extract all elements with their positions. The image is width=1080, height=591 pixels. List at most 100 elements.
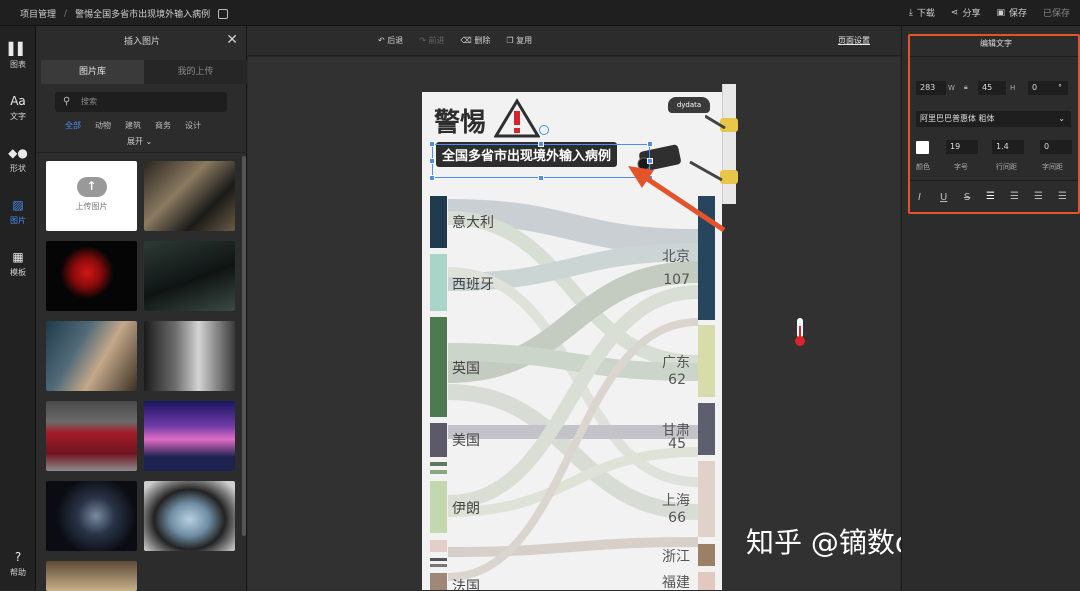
tab-image-library[interactable]: 图片库 <box>41 60 144 84</box>
save-icon: ▣ <box>996 7 1005 18</box>
resize-handle[interactable] <box>647 141 653 147</box>
height-field[interactable]: 45 <box>978 81 1006 95</box>
resize-handle[interactable] <box>429 175 435 181</box>
sankey-node-shanghai <box>698 461 715 537</box>
destination-value: 62 <box>668 372 686 388</box>
nav-text[interactable]: Aa 文字 <box>0 94 36 122</box>
nav-help[interactable]: ? 帮助 <box>0 550 36 578</box>
rotate-handle-icon[interactable] <box>539 125 549 135</box>
warning-icon[interactable] <box>494 98 540 138</box>
sankey-node-italy <box>430 196 447 248</box>
italic-icon[interactable]: I <box>918 192 921 203</box>
align-left-icon[interactable]: ☰ <box>986 191 995 202</box>
document-title: 警惕全国多省市出现境外输入病例 <box>75 10 211 20</box>
source-label: 美国 <box>452 433 480 449</box>
lock-icon[interactable]: 🔒︎ <box>964 83 968 92</box>
page-setup-link[interactable]: 页面设置 <box>838 35 870 46</box>
image-thumbnail[interactable] <box>144 161 235 231</box>
align-right-icon[interactable]: ☰ <box>1034 191 1043 202</box>
canvas-toolbar: ↶ 后退 ↷ 前进 ⌫ 删除 ❐ 复用 页面设置 <box>248 26 900 56</box>
category-filters: 全部 动物 建筑 商务 设计 <box>65 120 201 131</box>
image-thumbnail[interactable] <box>46 241 137 311</box>
category-business[interactable]: 商务 <box>155 120 171 131</box>
destination-label: 上海 <box>662 493 690 509</box>
copy-icon: ❐ <box>506 36 514 45</box>
source-label: 意大利 <box>452 215 494 231</box>
top-bar: 项目管理 / 警惕全国多省市出现境外输入病例 ⤓ 下载 ⋖ 分享 ▣ 保存 已保存 <box>0 0 1080 26</box>
download-button[interactable]: ⤓ 下载 <box>909 6 935 20</box>
edit-text-panel: 编辑文字 283 W 🔒︎ 45 H 0 ° 阿里巴巴普惠体 粗体 ⌄ 19 1.4… <box>908 34 1080 214</box>
category-animals[interactable]: 动物 <box>95 120 111 131</box>
strikethrough-icon[interactable]: S <box>964 192 970 203</box>
width-field[interactable]: 283 <box>916 81 946 95</box>
font-family-select[interactable]: 阿里巴巴普惠体 粗体 ⌄ <box>916 111 1071 127</box>
expand-categories[interactable]: 展开 ⌄ <box>127 136 152 147</box>
resize-handle[interactable] <box>538 175 544 181</box>
category-all[interactable]: 全部 <box>65 120 81 131</box>
source-label: 法国 <box>452 579 480 590</box>
destination-label: 广东 <box>662 355 690 371</box>
category-design[interactable]: 设计 <box>185 120 201 131</box>
chevron-down-icon: ⌄ <box>1058 114 1065 123</box>
duplicate-button[interactable]: ❐ 复用 <box>506 35 532 46</box>
breadcrumb-root[interactable]: 项目管理 <box>20 7 56 20</box>
font-size-field[interactable]: 19 <box>946 140 978 154</box>
annotation-arrow-icon <box>628 166 726 233</box>
source-label: 英国 <box>452 361 480 377</box>
shape-icon: ◆● <box>8 146 28 160</box>
save-button[interactable]: ▣ 保存 <box>996 6 1027 20</box>
camera-icon[interactable]: dydata <box>668 97 710 113</box>
image-thumbnail[interactable] <box>46 561 137 591</box>
sankey-node-iran <box>430 481 447 533</box>
help-icon: ? <box>14 550 22 564</box>
line-height-label: 行间距 <box>996 163 1017 171</box>
align-justify-icon[interactable]: ☰ <box>1058 191 1067 202</box>
image-thumbnail[interactable] <box>144 241 235 311</box>
image-thumbnail[interactable] <box>46 401 137 471</box>
nav-shape[interactable]: ◆● 形状 <box>0 146 36 174</box>
destination-value: 66 <box>668 510 686 526</box>
sankey-node-fujian <box>698 572 715 590</box>
nav-image[interactable]: ▨ 图片 <box>0 198 36 226</box>
search-input[interactable]: ⚲ 搜索 <box>55 92 227 112</box>
edit-title-icon[interactable] <box>218 8 229 19</box>
category-architecture[interactable]: 建筑 <box>125 120 141 131</box>
image-thumbnail[interactable] <box>46 321 137 391</box>
align-center-icon[interactable]: ☰ <box>1010 191 1019 202</box>
panel-scrollbar[interactable] <box>242 156 246 536</box>
thermometer-icon[interactable] <box>792 316 808 348</box>
width-label: W <box>948 84 955 92</box>
sankey-node-spain <box>430 254 447 311</box>
resize-handle[interactable] <box>429 158 435 164</box>
letter-spacing-field[interactable]: 0 <box>1040 140 1072 154</box>
sankey-node-zhejiang <box>698 544 715 566</box>
underline-icon[interactable]: U <box>940 192 947 203</box>
image-thumbnail[interactable] <box>46 481 137 551</box>
nav-chart[interactable]: ▌▌ 图表 <box>0 42 36 70</box>
close-icon[interactable]: ✕ <box>226 32 238 48</box>
chart-icon: ▌▌ <box>8 42 28 56</box>
selection-box[interactable] <box>429 141 653 181</box>
redo-icon: ↷ <box>419 36 426 45</box>
line-height-field[interactable]: 1.4 <box>992 140 1024 154</box>
resize-handle[interactable] <box>429 141 435 147</box>
size-label: 字号 <box>954 163 968 171</box>
poster-title[interactable]: 警惕 <box>434 102 486 139</box>
nav-template[interactable]: ▦ 模板 <box>0 250 36 278</box>
image-thumbnail[interactable] <box>144 401 235 471</box>
upload-image-button[interactable]: 上传图片 <box>46 161 137 231</box>
destination-label: 北京 <box>662 249 690 265</box>
image-panel: 插入图片 ✕ 图片库 我的上传 ⚲ 搜索 全部 动物 建筑 商务 设计 展开 ⌄… <box>37 26 247 591</box>
image-thumbnail[interactable] <box>144 321 235 391</box>
image-thumbnail[interactable] <box>144 481 235 551</box>
share-button[interactable]: ⋖ 分享 <box>951 6 981 20</box>
undo-button[interactable]: ↶ 后退 <box>378 35 403 46</box>
sankey-node-guangdong <box>698 325 715 397</box>
tab-my-uploads[interactable]: 我的上传 <box>144 60 247 84</box>
redo-button[interactable]: ↷ 前进 <box>419 35 444 46</box>
resize-handle[interactable] <box>538 141 544 147</box>
destination-label: 浙江 <box>662 549 690 565</box>
rotation-field[interactable]: 0 ° <box>1028 81 1068 95</box>
delete-button[interactable]: ⌫ 删除 <box>461 35 491 46</box>
text-color-swatch[interactable] <box>916 141 929 154</box>
